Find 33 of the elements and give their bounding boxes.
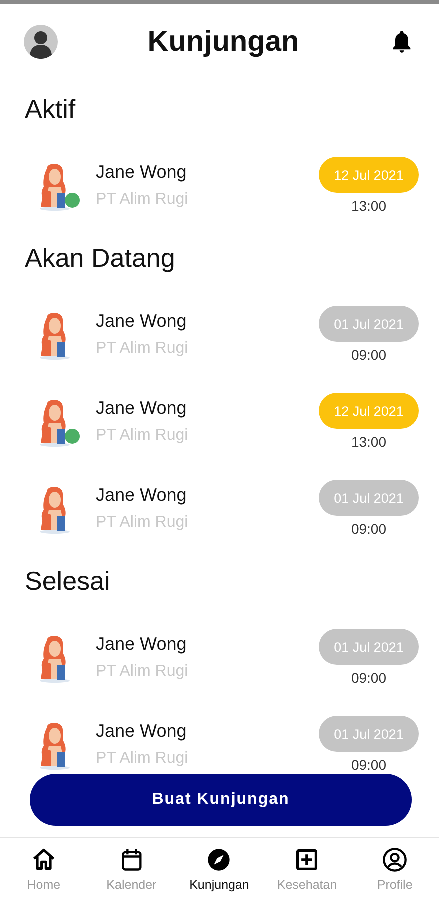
date-badge: 12 Jul 2021	[319, 157, 419, 193]
visit-time: 09:00	[351, 757, 387, 773]
home-icon	[30, 846, 57, 872]
date-badge: 12 Jul 2021	[319, 393, 419, 429]
create-visit-button[interactable]: Buat Kunjungan	[30, 774, 412, 826]
nav-tab[interactable]: Home	[0, 838, 88, 900]
visitor-name: Jane Wong	[96, 162, 188, 183]
page-title: Kunjungan	[148, 26, 300, 58]
section-heading: Aktif	[24, 93, 77, 126]
visitor-name: Jane Wong	[96, 398, 188, 419]
section-heading: Akan Datang	[24, 242, 176, 275]
visit-time: 09:00	[351, 670, 387, 686]
visit-time: 09:00	[351, 347, 387, 363]
nav-tab[interactable]: Kunjungan	[176, 838, 264, 900]
compass-icon	[206, 846, 232, 872]
nav-tab[interactable]: Kesehatan	[263, 838, 352, 900]
date-badge: 01 Jul 2021	[319, 306, 419, 342]
date-badge: 01 Jul 2021	[319, 629, 419, 665]
nav-tab[interactable]: Profile	[351, 838, 439, 900]
plus-square-icon	[294, 846, 320, 872]
visit-time: 13:00	[351, 198, 387, 214]
visitor-name: Jane Wong	[96, 634, 188, 655]
profile-icon	[382, 846, 408, 872]
user-avatar-icon[interactable]	[24, 25, 58, 59]
visitor-name: Jane Wong	[96, 721, 188, 742]
visit-time: 13:00	[351, 434, 387, 450]
visitor-name: Jane Wong	[96, 485, 188, 506]
visit-time: 09:00	[351, 521, 387, 537]
nav-tab[interactable]: Kalender	[88, 838, 176, 900]
date-badge: 01 Jul 2021	[319, 716, 419, 752]
visitor-name: Jane Wong	[96, 311, 188, 332]
date-badge: 01 Jul 2021	[319, 480, 419, 516]
section-heading: Selesai	[24, 565, 112, 598]
